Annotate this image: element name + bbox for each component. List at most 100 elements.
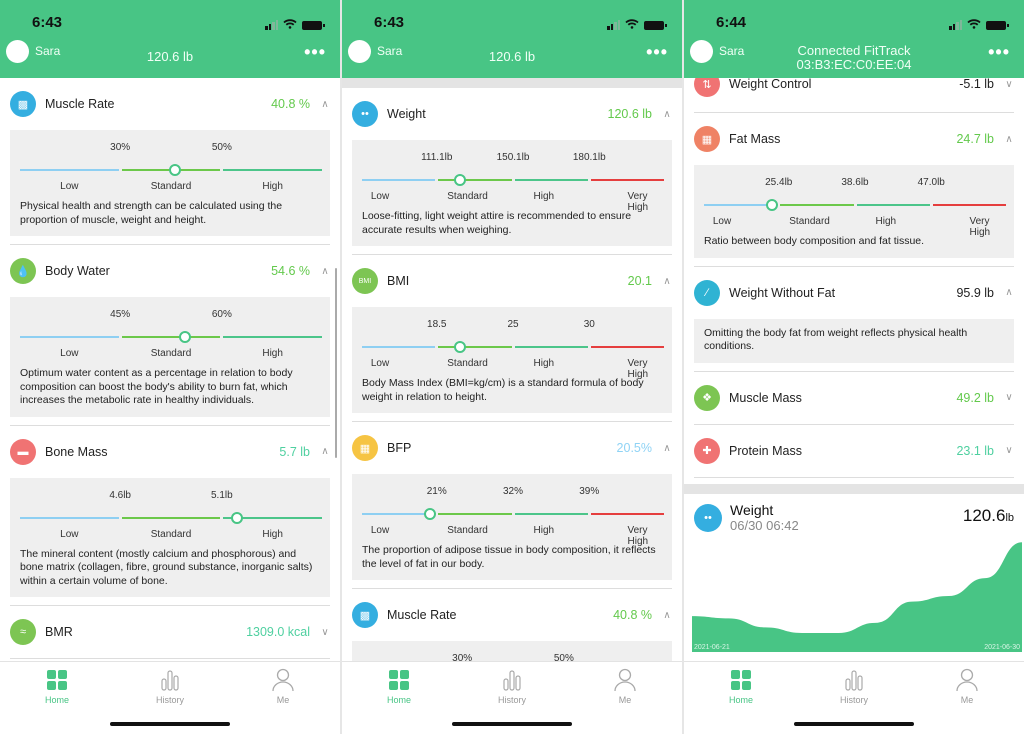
- metrics-list: •• Weight 120.6 lb ∧ Low Standard High Very Hig…: [342, 78, 682, 661]
- row-divider: [10, 658, 330, 659]
- chevron-up-icon[interactable]: ∧: [662, 109, 672, 120]
- tab-home[interactable]: Home: [369, 668, 429, 705]
- weight-trend-card[interactable]: •• Weight 06/30 06:42 120.6lb 2021-06-21 2021…: [684, 493, 1024, 661]
- more-options-button[interactable]: •••: [304, 42, 326, 63]
- metric-name: Bone Mass: [45, 444, 108, 459]
- zone-label: Low: [712, 216, 732, 227]
- metric-row-muscle-rate[interactable]: ▩ Muscle Rate 40.8 % ∧: [342, 589, 682, 641]
- chevron-down-icon[interactable]: ∨: [1004, 392, 1014, 403]
- tab-label: History: [839, 695, 868, 705]
- metric-detail-card: Low Standard High Very High 111.1lb 150.1lb 18…: [352, 140, 672, 246]
- tab-me[interactable]: Me: [253, 668, 313, 705]
- metric-row-weight[interactable]: •• Weight 120.6 lb ∧: [342, 88, 682, 140]
- bmi-icon: BMI: [352, 268, 378, 294]
- chevron-up-icon[interactable]: ∧: [320, 446, 330, 457]
- zone-label: Standard: [150, 181, 192, 192]
- metric-row-protein-mass[interactable]: ✚ Protein Mass 23.1 lb ∨: [684, 425, 1024, 477]
- zone-label: Low: [60, 181, 79, 192]
- metric-row-bfp[interactable]: ▦ BFP 20.5% ∧: [342, 422, 682, 474]
- heat-icon: ≈: [10, 619, 36, 645]
- tab-history[interactable]: History: [140, 668, 200, 705]
- chevron-up-icon[interactable]: ∧: [662, 276, 672, 287]
- profile-icon: [595, 668, 655, 692]
- chevron-down-icon[interactable]: ∨: [1004, 445, 1014, 456]
- tab-history[interactable]: History: [482, 668, 542, 705]
- status-icons: [265, 16, 325, 34]
- metric-row-body-water[interactable]: 💧 Body Water 54.6 % ∧: [0, 245, 340, 297]
- tab-home[interactable]: Home: [711, 668, 771, 705]
- tab-me[interactable]: Me: [595, 668, 655, 705]
- muscle-icon: ▩: [352, 602, 378, 628]
- fat-cells-icon: ▦: [352, 435, 378, 461]
- chevron-down-icon[interactable]: ∨: [1004, 79, 1014, 90]
- header-center-text: 120.6 lb: [0, 50, 340, 64]
- chevron-up-icon[interactable]: ∧: [1004, 134, 1014, 145]
- weight-area: [692, 541, 1022, 652]
- metric-row-bmr[interactable]: ≈ BMR 1309.0 kcal ∨: [0, 606, 340, 658]
- range-scale: Low Standard High 45% 60%: [20, 305, 322, 367]
- range-bar-low: [362, 346, 436, 348]
- weight-control-icon: ⇅: [694, 78, 720, 97]
- tab-home[interactable]: Home: [27, 668, 87, 705]
- header-center-text: 120.6 lb: [342, 50, 682, 64]
- metric-name: Fat Mass: [729, 132, 781, 146]
- chevron-up-icon[interactable]: ∧: [1004, 287, 1014, 298]
- more-options-button[interactable]: •••: [646, 42, 668, 63]
- zone-label: Standard: [150, 528, 192, 540]
- value-marker: [766, 199, 779, 211]
- threshold-label: 60%: [211, 309, 232, 320]
- metrics-list: ▩ Muscle Rate 40.8 % ∧ Low Standard High 30% 50%…: [0, 78, 340, 661]
- metric-detail-card: Omitting the body fat from weight reflec…: [694, 318, 1014, 363]
- scrollbar[interactable]: [335, 268, 337, 458]
- threshold-label: 180.1lb: [572, 152, 606, 163]
- metric-row-muscle-rate[interactable]: ▩ Muscle Rate 40.8 % ∧: [0, 78, 340, 130]
- signal-icon: [265, 20, 278, 30]
- arm-muscle-icon: ❖: [694, 384, 720, 411]
- range-bar-very-high: [590, 346, 664, 348]
- zone-label: High: [262, 348, 283, 359]
- metric-row-muscle-mass[interactable]: ❖ Muscle Mass 49.2 lb ∨: [684, 372, 1024, 424]
- metric-name: Weight Control: [729, 78, 812, 91]
- metric-value: 23.1 lb: [956, 443, 994, 458]
- metric-row-bmi[interactable]: BMI BMI 20.1 ∧: [342, 255, 682, 307]
- chevron-down-icon[interactable]: ∨: [320, 627, 330, 638]
- chevron-up-icon[interactable]: ∧: [320, 266, 330, 277]
- tab-label: Me: [618, 695, 632, 705]
- water-drop-icon: 💧: [10, 258, 36, 284]
- more-options-button[interactable]: •••: [988, 42, 1010, 63]
- status-icons: [607, 16, 667, 34]
- zone-label: Low: [370, 358, 390, 369]
- metric-value: 1309.0 kcal: [246, 625, 310, 639]
- metric-row-bone-mass[interactable]: ▬ Bone Mass 5.7 lb ∧: [0, 426, 340, 478]
- home-grid-icon: [369, 668, 429, 692]
- bone-slant-icon: ∕: [694, 279, 720, 306]
- zone-label: Low: [370, 525, 390, 536]
- zone-label: Standard: [447, 191, 488, 202]
- range-bar-standard: [438, 346, 512, 348]
- chevron-up-icon[interactable]: ∧: [320, 99, 330, 110]
- metric-value: 49.2 lb: [956, 390, 994, 405]
- tab-history[interactable]: History: [824, 668, 884, 705]
- metric-detail-card: Low Standard High 30% 50% Physical health and…: [10, 130, 330, 236]
- zone-label: Standard: [150, 348, 192, 359]
- threshold-label: 45%: [110, 309, 131, 320]
- screen-2: 6:43 Sara 120.6 lb ••• •• Weight 120.6 lb ∧ Low S…: [342, 0, 682, 734]
- value-marker: [178, 331, 191, 343]
- metric-row-fat-mass[interactable]: ▦ Fat Mass 24.7 lb ∧: [684, 113, 1024, 165]
- metric-row-weight-control[interactable]: ⇅ Weight Control -5.1 lb ∨: [684, 78, 1024, 112]
- row-divider: [694, 476, 1014, 478]
- tab-me[interactable]: Me: [937, 668, 997, 705]
- header-center-text: Connected FitTrack 03:B3:EC:C0:EE:04: [684, 44, 1024, 72]
- wifi-icon: [967, 16, 981, 34]
- metric-description: The mineral content (mostly calcium and …: [20, 547, 313, 587]
- chevron-up-icon[interactable]: ∧: [662, 610, 672, 621]
- threshold-label: 50%: [553, 653, 574, 661]
- home-indicator: [452, 722, 572, 726]
- home-grid-icon: [711, 668, 771, 692]
- metric-value: 24.7 lb: [956, 132, 994, 146]
- chevron-up-icon[interactable]: ∧: [662, 443, 672, 454]
- threshold-label: 50%: [211, 142, 232, 153]
- home-grid-icon: [27, 668, 87, 692]
- metric-detail-card: LowStandardHigh30%50%: [352, 641, 672, 661]
- metric-row-weight-without-fat[interactable]: ∕ Weight Without Fat 95.9 lb ∧: [684, 267, 1024, 319]
